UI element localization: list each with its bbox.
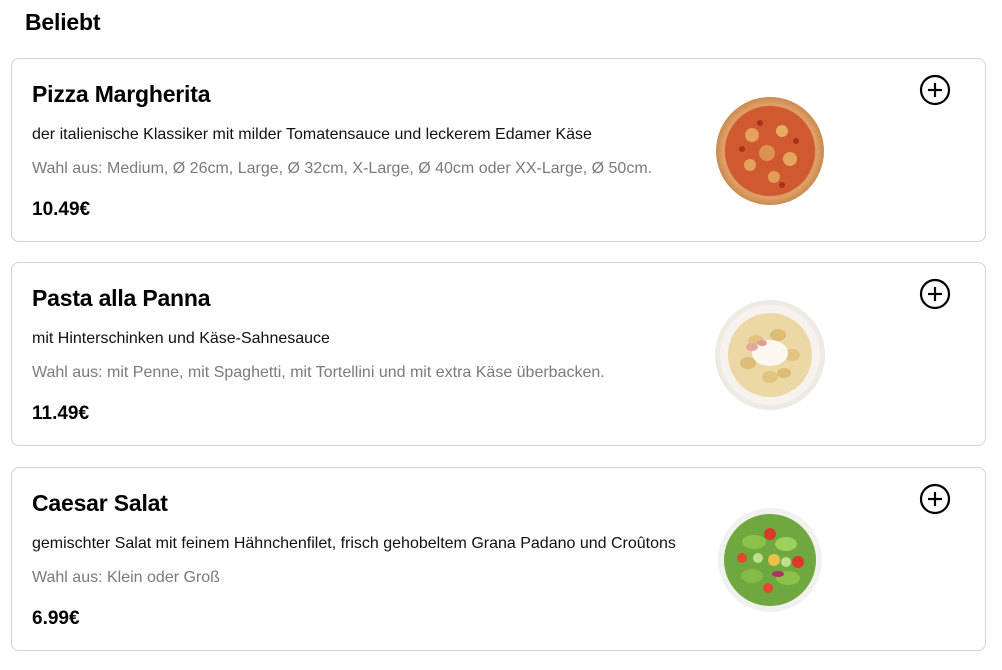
- item-name: Pizza Margherita: [32, 81, 211, 107]
- plus-circle-icon: [919, 74, 951, 106]
- item-name: Caesar Salat: [32, 490, 168, 516]
- item-name: Pasta alla Panna: [32, 285, 211, 311]
- item-choice: Wahl aus: Klein oder Groß: [32, 569, 220, 586]
- item-choice: Wahl aus: mit Penne, mit Spaghetti, mit …: [32, 364, 605, 381]
- item-description: mit Hinterschinken und Käse-Sahnesauce: [32, 330, 330, 347]
- item-choice: Wahl aus: Medium, Ø 26cm, Large, Ø 32cm,…: [32, 160, 653, 177]
- pizza-image: [712, 93, 828, 209]
- item-price: 11.49€: [32, 403, 90, 424]
- menu-item-card-caesar-salat[interactable]: Caesar Salat gemischter Salat mit feinem…: [11, 467, 986, 651]
- item-description: gemischter Salat mit feinem Hähnchenfile…: [32, 535, 676, 552]
- plus-circle-icon: [919, 278, 951, 310]
- item-price: 10.49€: [32, 199, 91, 220]
- add-to-cart-button[interactable]: [919, 278, 951, 310]
- section-title: Beliebt: [25, 9, 101, 35]
- item-price: 6.99€: [32, 608, 80, 629]
- menu-item-card-pizza-margherita[interactable]: Pizza Margherita der italienische Klassi…: [11, 58, 986, 242]
- item-description: der italienische Klassiker mit milder To…: [32, 126, 592, 143]
- pasta-image: [712, 297, 828, 413]
- salad-image: [712, 502, 828, 618]
- menu-item-card-pasta-alla-panna[interactable]: Pasta alla Panna mit Hinterschinken und …: [11, 262, 986, 446]
- add-to-cart-button[interactable]: [919, 483, 951, 515]
- plus-circle-icon: [919, 483, 951, 515]
- add-to-cart-button[interactable]: [919, 74, 951, 106]
